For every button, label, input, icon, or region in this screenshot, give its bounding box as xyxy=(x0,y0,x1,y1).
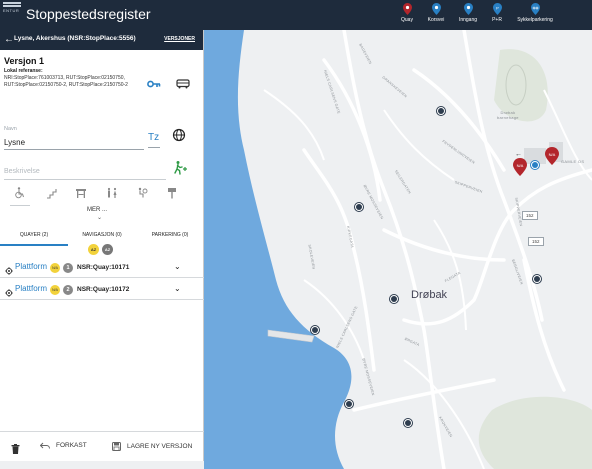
save-label: LAGRE NY VERSJON xyxy=(127,443,193,450)
save-icon xyxy=(112,442,121,451)
entur-logo: ENTUR xyxy=(3,2,23,13)
city-label: Drøbak xyxy=(411,289,448,301)
tab-quays[interactable]: QUAYER (2) xyxy=(0,228,68,246)
app-title: Stoppestedsregister xyxy=(26,6,151,22)
timezone-button[interactable]: Tz xyxy=(148,132,159,143)
back-arrow-icon[interactable]: ← xyxy=(4,34,14,45)
quay-status-badge: N/A xyxy=(50,285,60,295)
panel-header: ← Lysne, Akershus (NSR:StopPlace:5556) V… xyxy=(0,30,203,50)
save-new-version-button[interactable]: LAGRE NY VERSJON xyxy=(112,442,192,451)
quay-number-badge: 1 xyxy=(63,263,73,273)
park-ride-marker-icon: P xyxy=(492,3,502,15)
quay-label[interactable]: Plattform xyxy=(15,262,47,271)
legend-park-ride[interactable]: P P+R xyxy=(477,3,517,23)
name-field[interactable]: Lysne xyxy=(4,138,144,150)
sort-number-button[interactable]: AZ xyxy=(102,244,113,255)
local-reference-label: Lokal referanse: xyxy=(4,68,43,74)
wheelchair-icon[interactable] xyxy=(11,184,29,202)
legend-label: Inngang xyxy=(458,17,478,23)
stop-place-title: Lysne, Akershus (NSR:StopPlace:5556) xyxy=(14,35,136,42)
bus-stop-marker[interactable] xyxy=(354,202,364,212)
discard-button[interactable]: FORKAST xyxy=(40,442,87,449)
quay-row[interactable]: Plattform N/A 1 NSR:Quay:10171 ⌄ xyxy=(0,258,204,278)
bus-icon[interactable] xyxy=(176,76,190,94)
road-number-badge: 152 xyxy=(522,211,538,220)
ferry-stop-marker[interactable] xyxy=(344,399,354,409)
legend-label: Quay xyxy=(401,17,413,23)
svg-text:P: P xyxy=(496,5,499,10)
bus-stop-marker[interactable] xyxy=(436,106,446,116)
quay-marker-icon xyxy=(402,3,412,15)
quay-id: NSR:Quay:10172 xyxy=(77,286,130,293)
version-title: Versjon 1 xyxy=(4,56,45,66)
tab-navigation[interactable]: NAVIGASJON (0) xyxy=(68,228,136,246)
road-number-badge: 152 xyxy=(528,237,544,246)
place-label: GAMLE OS xyxy=(561,159,585,164)
bus-stop-marker[interactable] xyxy=(532,274,542,284)
facility-underline xyxy=(10,205,30,206)
bike-marker-icon xyxy=(530,3,540,15)
timezone-underline xyxy=(148,147,160,148)
legend-label: P+R xyxy=(492,17,502,23)
local-reference-value: NRI:StopPlace:761003713, RUT:StopPlace:0… xyxy=(4,75,128,88)
name-field-label: Navn xyxy=(4,126,17,132)
quay-tabs: QUAYER (2) NAVIGASJON (0) PARKERING (0) xyxy=(0,228,204,246)
bus-stop-marker[interactable] xyxy=(403,418,413,428)
chevron-down-icon[interactable]: ⌄ xyxy=(97,214,102,221)
arrow-left-icon: ← xyxy=(515,151,522,158)
walking-distance-icon[interactable] xyxy=(172,160,188,181)
steps-icon[interactable] xyxy=(43,184,61,202)
korsvei-marker-icon xyxy=(431,3,441,15)
crosshair-icon[interactable] xyxy=(5,262,13,280)
inngang-marker-icon xyxy=(463,3,473,15)
discard-label: FORKAST xyxy=(56,442,87,449)
legend-label: Korsvei xyxy=(427,17,445,23)
chevron-down-icon[interactable]: ⌄ xyxy=(174,284,181,293)
key-icon[interactable] xyxy=(147,76,161,94)
trash-icon[interactable] xyxy=(11,441,20,459)
bus-stop-marker-highlighted[interactable] xyxy=(530,160,540,170)
quay-marker-label: N/A xyxy=(549,152,556,157)
toilet-icon[interactable] xyxy=(103,184,121,202)
undo-icon xyxy=(40,442,50,449)
stop-place-panel: ← Lysne, Akershus (NSR:StopPlace:5556) V… xyxy=(0,30,204,461)
legend-bike-parking[interactable]: Sykkelparkering xyxy=(515,3,555,23)
chevron-down-icon[interactable]: ⌄ xyxy=(174,262,181,271)
tab-parking[interactable]: PARKERING (0) xyxy=(136,228,204,246)
more-facilities-link[interactable]: MER ... xyxy=(87,207,107,213)
place-label: Drøbak barnehage xyxy=(497,110,519,120)
map-canvas xyxy=(204,30,592,469)
panel-footer: FORKAST LAGRE NY VERSJON xyxy=(0,431,204,461)
selected-quay-marker[interactable]: N/A xyxy=(545,147,559,165)
sign-icon[interactable] xyxy=(163,184,181,202)
waiting-room-icon[interactable] xyxy=(133,184,151,202)
quay-marker-label: N/A xyxy=(517,163,524,168)
crosshair-icon[interactable] xyxy=(5,284,13,302)
quay-status-badge: N/A xyxy=(50,263,60,273)
quay-label[interactable]: Plattform xyxy=(15,284,47,293)
versions-button[interactable]: VERSJONER xyxy=(164,36,195,42)
map-view[interactable]: BADEVEIEN NIELS CARLSENS GATE GRANSKEVEI… xyxy=(204,30,592,469)
quay-id: NSR:Quay:10171 xyxy=(77,264,130,271)
legend-label: Sykkelparkering xyxy=(517,17,553,23)
shelter-icon[interactable] xyxy=(72,184,90,202)
app-header: ENTUR Stoppestedsregister Quay Korsvei I… xyxy=(0,0,592,30)
sort-alpha-button[interactable]: AZ xyxy=(88,244,99,255)
description-underline xyxy=(4,179,166,180)
ferry-stop-marker[interactable] xyxy=(310,325,320,335)
globe-icon[interactable] xyxy=(172,128,186,147)
quay-row[interactable]: Plattform N/A 2 NSR:Quay:10172 ⌄ xyxy=(0,280,204,300)
selected-quay-marker[interactable]: N/A xyxy=(513,158,527,176)
quay-number-badge: 2 xyxy=(63,285,73,295)
description-field[interactable]: Beskrivelse xyxy=(4,168,40,175)
bus-stop-marker[interactable] xyxy=(389,294,399,304)
